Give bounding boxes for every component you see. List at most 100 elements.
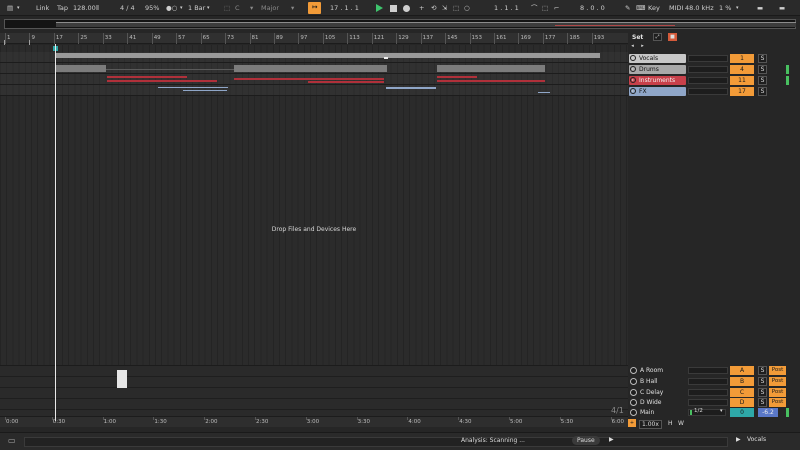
fx-clip[interactable] — [158, 87, 228, 88]
return-name[interactable]: D Wide — [629, 398, 686, 407]
main-volume-value[interactable]: -6.2 — [758, 408, 778, 417]
main-routing-select[interactable]: 1/2 ▾ — [688, 408, 726, 416]
tempo-field[interactable]: 128.00 — [73, 2, 96, 14]
midi-map-button[interactable]: MIDI — [669, 2, 683, 14]
solo-button[interactable]: S — [758, 366, 767, 375]
return-automation-clip[interactable] — [117, 370, 127, 388]
track-name[interactable]: Instruments — [629, 76, 686, 85]
follow-button[interactable]: ↦ — [308, 2, 322, 14]
track-fold-icon[interactable]: ▸ — [630, 54, 636, 61]
arrangement-overview[interactable] — [4, 19, 796, 29]
solo-button[interactable]: S — [758, 398, 767, 407]
pause-button[interactable]: Pause — [572, 436, 600, 445]
track-name[interactable]: FX — [629, 87, 686, 96]
scroll-right-icon[interactable]: ▸ — [638, 43, 647, 51]
info-view-icon[interactable]: ▭ — [8, 436, 16, 445]
quantize-select[interactable]: 1 Bar — [188, 2, 205, 14]
track-fold-icon[interactable]: ▸ — [630, 65, 636, 72]
computer-keyboard-icon[interactable]: ⌨ — [636, 2, 645, 14]
quantize-arrow-icon[interactable]: ▾ — [207, 2, 210, 14]
post-button[interactable]: Post — [769, 388, 786, 397]
automation-arm-icon[interactable]: ⟲ — [431, 2, 436, 14]
scale-arrow-icon[interactable]: ▾ — [291, 2, 294, 14]
fx-clip[interactable] — [386, 87, 436, 89]
draw-mode-icon[interactable]: ✎ — [625, 2, 630, 14]
vocals-clip[interactable] — [56, 53, 600, 58]
time-ruler[interactable]: 0:00 0:30 1:00 1:30 2:00 2:30 3:00 3:30 4:00 4:30… — [0, 416, 628, 427]
key-root-arrow-icon[interactable]: ▾ — [250, 2, 253, 14]
position-field[interactable]: 17 . 1 . 1 — [330, 2, 359, 14]
instruments-clip[interactable] — [308, 81, 384, 83]
post-button[interactable]: Post — [769, 398, 786, 407]
zoom-field[interactable]: 1.00x — [639, 420, 662, 429]
track-activator[interactable]: 4 — [730, 65, 754, 74]
track-activator[interactable]: 11 — [730, 76, 754, 85]
track-lane-fx[interactable] — [0, 85, 628, 96]
instruments-clip[interactable] — [107, 76, 187, 78]
cpu-menu-icon[interactable]: ▾ — [736, 2, 739, 14]
session-record-icon[interactable]: ○ — [464, 2, 470, 14]
main-track-name[interactable]: Main — [629, 408, 686, 417]
return-activator[interactable]: A — [730, 366, 754, 375]
return-activator[interactable]: D — [730, 398, 754, 407]
overdub-icon[interactable]: + — [419, 2, 424, 14]
selected-track-name[interactable]: Vocals — [747, 436, 766, 443]
drums-clip[interactable] — [56, 65, 106, 72]
track-header-instruments[interactable]: Instruments ▸ 11 S — [628, 75, 800, 86]
return-name[interactable]: C Delay — [629, 388, 686, 397]
scroll-left-icon[interactable]: ◂ — [628, 43, 637, 51]
capture-midi-icon[interactable]: ⬚ — [453, 2, 459, 14]
fx-clip[interactable] — [538, 92, 550, 93]
solo-button[interactable]: S — [758, 388, 767, 397]
session-indicator-icon[interactable]: ■ — [668, 33, 677, 41]
play-analysis-icon[interactable]: ▶ — [609, 436, 614, 443]
track-fold-icon[interactable]: ▸ — [630, 76, 636, 83]
drums-clip[interactable] — [234, 65, 387, 72]
time-signature-field[interactable]: 4 / 4 — [120, 2, 135, 14]
main-routing-arrow-icon[interactable]: ▾ — [720, 408, 723, 414]
main-cue-value[interactable]: 0 — [730, 408, 754, 417]
track-name[interactable]: Vocals — [629, 54, 686, 63]
punch-out-icon[interactable]: ⌐ — [554, 2, 559, 14]
track-header-drums[interactable]: Drums ▸ 4 S — [628, 64, 800, 75]
post-button[interactable]: Post — [769, 366, 786, 375]
width-button[interactable]: W — [678, 420, 684, 427]
bar-ruler[interactable]: 1 9 17 25 33 41 49 57 65 73 81 89 97 105 113 121 129 137 1… — [0, 33, 628, 44]
key-root-select[interactable]: C — [235, 2, 240, 14]
track-header-fx[interactable]: FX ▸ 17 S — [628, 86, 800, 97]
return-header-a[interactable]: A Room A S Post — [628, 365, 800, 376]
track-fold-icon[interactable]: ▸ — [630, 87, 636, 94]
zoom-icon[interactable]: + — [628, 419, 636, 427]
fx-clip[interactable] — [183, 90, 227, 91]
link-button[interactable]: Link — [36, 2, 49, 14]
loop-switch-icon[interactable]: ⬚ — [542, 2, 548, 14]
stop-icon[interactable] — [390, 4, 397, 12]
drums-clip[interactable] — [437, 65, 545, 72]
instruments-clip[interactable] — [107, 80, 217, 82]
return-name[interactable]: A Room — [629, 366, 686, 375]
reenable-automation-icon[interactable]: ⇲ — [442, 2, 447, 14]
main-track-header[interactable]: Main 1/2 ▾ 0 -6.2 — [628, 407, 800, 418]
metronome-icon[interactable]: ●○ — [166, 2, 177, 14]
instruments-clip[interactable] — [234, 78, 384, 80]
expand-icon[interactable]: ⤢ — [653, 33, 662, 41]
loop-start-field[interactable]: 1 . 1 . 1 — [494, 2, 519, 14]
record-icon[interactable] — [403, 4, 410, 12]
solo-button[interactable]: S — [758, 377, 767, 386]
return-name[interactable]: B Hall — [629, 377, 686, 386]
scale-icon[interactable]: ⬚ — [224, 2, 230, 14]
solo-button[interactable]: S — [758, 87, 767, 96]
solo-button[interactable]: S — [758, 54, 767, 63]
post-button[interactable]: Post — [769, 377, 786, 386]
return-tracks-area[interactable] — [0, 365, 628, 417]
return-activator[interactable]: C — [730, 388, 754, 397]
play-icon[interactable] — [376, 3, 383, 12]
punch-in-icon[interactable]: ⌒ — [531, 2, 538, 14]
tap-button[interactable]: Tap — [57, 2, 68, 14]
instruments-clip[interactable] — [437, 80, 545, 82]
return-activator[interactable]: B — [730, 377, 754, 386]
return-header-b[interactable]: B Hall B S Post — [628, 376, 800, 387]
track-activator[interactable]: 1 — [730, 54, 754, 63]
solo-button[interactable]: S — [758, 65, 767, 74]
loop-length-field[interactable]: 8 . 0 . 0 — [580, 2, 605, 14]
